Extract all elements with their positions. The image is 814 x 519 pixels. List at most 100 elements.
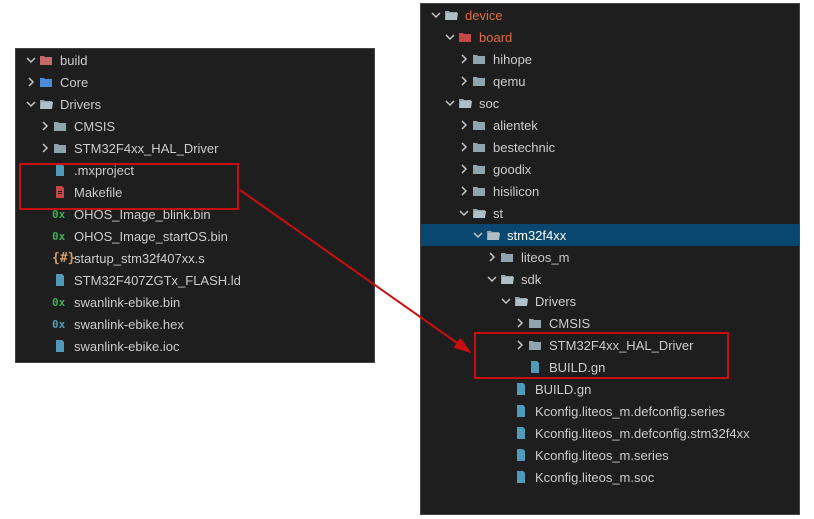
tree-item-buildgn1[interactable]: BUILD.gn xyxy=(421,356,799,378)
makefile-icon xyxy=(52,184,68,200)
tree-item-label: swanlink-ebike.ioc xyxy=(74,339,180,354)
tree-item-flash-ld[interactable]: STM32F407ZGTx_FLASH.ld xyxy=(16,269,374,291)
tree-item-startos-bin[interactable]: 0x OHOS_Image_startOS.bin xyxy=(16,225,374,247)
tree-item-label: STM32F407ZGTx_FLASH.ld xyxy=(74,273,241,288)
tree-item-label: BUILD.gn xyxy=(549,360,605,375)
hex-icon: 0x xyxy=(52,318,68,331)
tree-item-kcfg-series[interactable]: Kconfig.liteos_m.defconfig.series xyxy=(421,400,799,422)
chevron-right-icon xyxy=(38,141,52,155)
file-icon xyxy=(513,425,529,441)
tree-item-st[interactable]: st xyxy=(421,202,799,224)
tree-item-makefile[interactable]: Makefile xyxy=(16,181,374,203)
folder-open-icon xyxy=(471,205,487,221)
chevron-right-icon xyxy=(513,338,527,352)
tree-item-hal-r[interactable]: STM32F4xx_HAL_Driver xyxy=(421,334,799,356)
tree-item-cmsis-r[interactable]: CMSIS xyxy=(421,312,799,334)
tree-item-label: Kconfig.liteos_m.soc xyxy=(535,470,654,485)
file-icon xyxy=(52,272,68,288)
file-icon xyxy=(513,381,529,397)
tree-item-liteos-m[interactable]: liteos_m xyxy=(421,246,799,268)
tree-item-kcfg-mseries[interactable]: Kconfig.liteos_m.series xyxy=(421,444,799,466)
folder-icon xyxy=(471,139,487,155)
tree-item-label: board xyxy=(479,30,512,45)
assembly-icon: {#} xyxy=(52,251,68,266)
tree-item-label: Drivers xyxy=(535,294,576,309)
tree-item-drivers[interactable]: Drivers xyxy=(16,93,374,115)
tree-item-label: STM32F4xx_HAL_Driver xyxy=(549,338,694,353)
tree-item-hisilicon[interactable]: hisilicon xyxy=(421,180,799,202)
folder-icon xyxy=(471,183,487,199)
tree-item-kcfg-stm32[interactable]: Kconfig.liteos_m.defconfig.stm32f4xx xyxy=(421,422,799,444)
file-explorer-right: device board hihope qemu soc alientek be… xyxy=(420,3,800,515)
binary-icon: 0x xyxy=(52,208,68,221)
tree-item-bestechnic[interactable]: bestechnic xyxy=(421,136,799,158)
tree-item-startup-s[interactable]: {#} startup_stm32f407xx.s xyxy=(16,247,374,269)
chevron-down-icon xyxy=(429,8,443,22)
tree-item-buildgn2[interactable]: BUILD.gn xyxy=(421,378,799,400)
file-icon xyxy=(513,447,529,463)
tree-item-swanlink-hex[interactable]: 0x swanlink-ebike.hex xyxy=(16,313,374,335)
tree-item-label: OHOS_Image_startOS.bin xyxy=(74,229,228,244)
folder-icon xyxy=(527,315,543,331)
tree-item-label: device xyxy=(465,8,503,23)
tree-item-label: Kconfig.liteos_m.defconfig.stm32f4xx xyxy=(535,426,750,441)
tree-item-swanlink-ioc[interactable]: swanlink-ebike.ioc xyxy=(16,335,374,357)
tree-item-label: bestechnic xyxy=(493,140,555,155)
tree-item-label: Kconfig.liteos_m.defconfig.series xyxy=(535,404,725,419)
folder-icon xyxy=(471,117,487,133)
tree-item-core[interactable]: Core xyxy=(16,71,374,93)
tree-item-label: Makefile xyxy=(74,185,122,200)
tree-item-label: stm32f4xx xyxy=(507,228,566,243)
tree-item-label: startup_stm32f407xx.s xyxy=(74,251,205,266)
tree-item-label: build xyxy=(60,53,87,68)
chevron-right-icon xyxy=(513,316,527,330)
tree-item-label: st xyxy=(493,206,503,221)
folder-icon xyxy=(527,337,543,353)
tree-item-sdk[interactable]: sdk xyxy=(421,268,799,290)
chevron-down-icon xyxy=(485,272,499,286)
folder-open-icon xyxy=(457,95,473,111)
tree-item-label: BUILD.gn xyxy=(535,382,591,397)
tree-item-label: CMSIS xyxy=(74,119,115,134)
file-icon xyxy=(527,359,543,375)
tree-item-stm32f4xx[interactable]: stm32f4xx xyxy=(421,224,799,246)
chevron-right-icon xyxy=(38,119,52,133)
tree-item-label: hisilicon xyxy=(493,184,539,199)
tree-item-label: swanlink-ebike.bin xyxy=(74,295,180,310)
file-icon xyxy=(52,338,68,354)
tree-item-label: qemu xyxy=(493,74,526,89)
tree-item-cmsis[interactable]: CMSIS xyxy=(16,115,374,137)
tree-item-swanlink-bin[interactable]: 0x swanlink-ebike.bin xyxy=(16,291,374,313)
tree-item-mxproject[interactable]: .mxproject xyxy=(16,159,374,181)
tree-item-label: liteos_m xyxy=(521,250,569,265)
tree-item-qemu[interactable]: qemu xyxy=(421,70,799,92)
tree-item-label: Drivers xyxy=(60,97,101,112)
folder-icon xyxy=(457,29,473,45)
tree-item-label: goodix xyxy=(493,162,531,177)
tree-item-goodix[interactable]: goodix xyxy=(421,158,799,180)
chevron-down-icon xyxy=(24,53,38,67)
chevron-right-icon xyxy=(24,75,38,89)
chevron-down-icon xyxy=(24,97,38,111)
tree-item-build[interactable]: build xyxy=(16,49,374,71)
file-icon xyxy=(513,469,529,485)
tree-item-label: alientek xyxy=(493,118,538,133)
tree-item-kcfg-msoc[interactable]: Kconfig.liteos_m.soc xyxy=(421,466,799,488)
tree-item-board[interactable]: board xyxy=(421,26,799,48)
chevron-right-icon xyxy=(485,250,499,264)
tree-item-label: .mxproject xyxy=(74,163,134,178)
folder-icon xyxy=(52,118,68,134)
tree-item-alientek[interactable]: alientek xyxy=(421,114,799,136)
file-explorer-left: build Core Drivers CMSIS STM32F4xx_HAL_D… xyxy=(15,48,375,363)
tree-item-soc[interactable]: soc xyxy=(421,92,799,114)
tree-item-hal-driver[interactable]: STM32F4xx_HAL_Driver xyxy=(16,137,374,159)
tree-item-hihope[interactable]: hihope xyxy=(421,48,799,70)
folder-open-icon xyxy=(485,227,501,243)
tree-item-label: hihope xyxy=(493,52,532,67)
tree-item-blink-bin[interactable]: 0x OHOS_Image_blink.bin xyxy=(16,203,374,225)
tree-item-drivers-r[interactable]: Drivers xyxy=(421,290,799,312)
chevron-right-icon xyxy=(457,52,471,66)
folder-open-icon xyxy=(513,293,529,309)
tree-item-device[interactable]: device xyxy=(421,4,799,26)
file-icon xyxy=(52,162,68,178)
